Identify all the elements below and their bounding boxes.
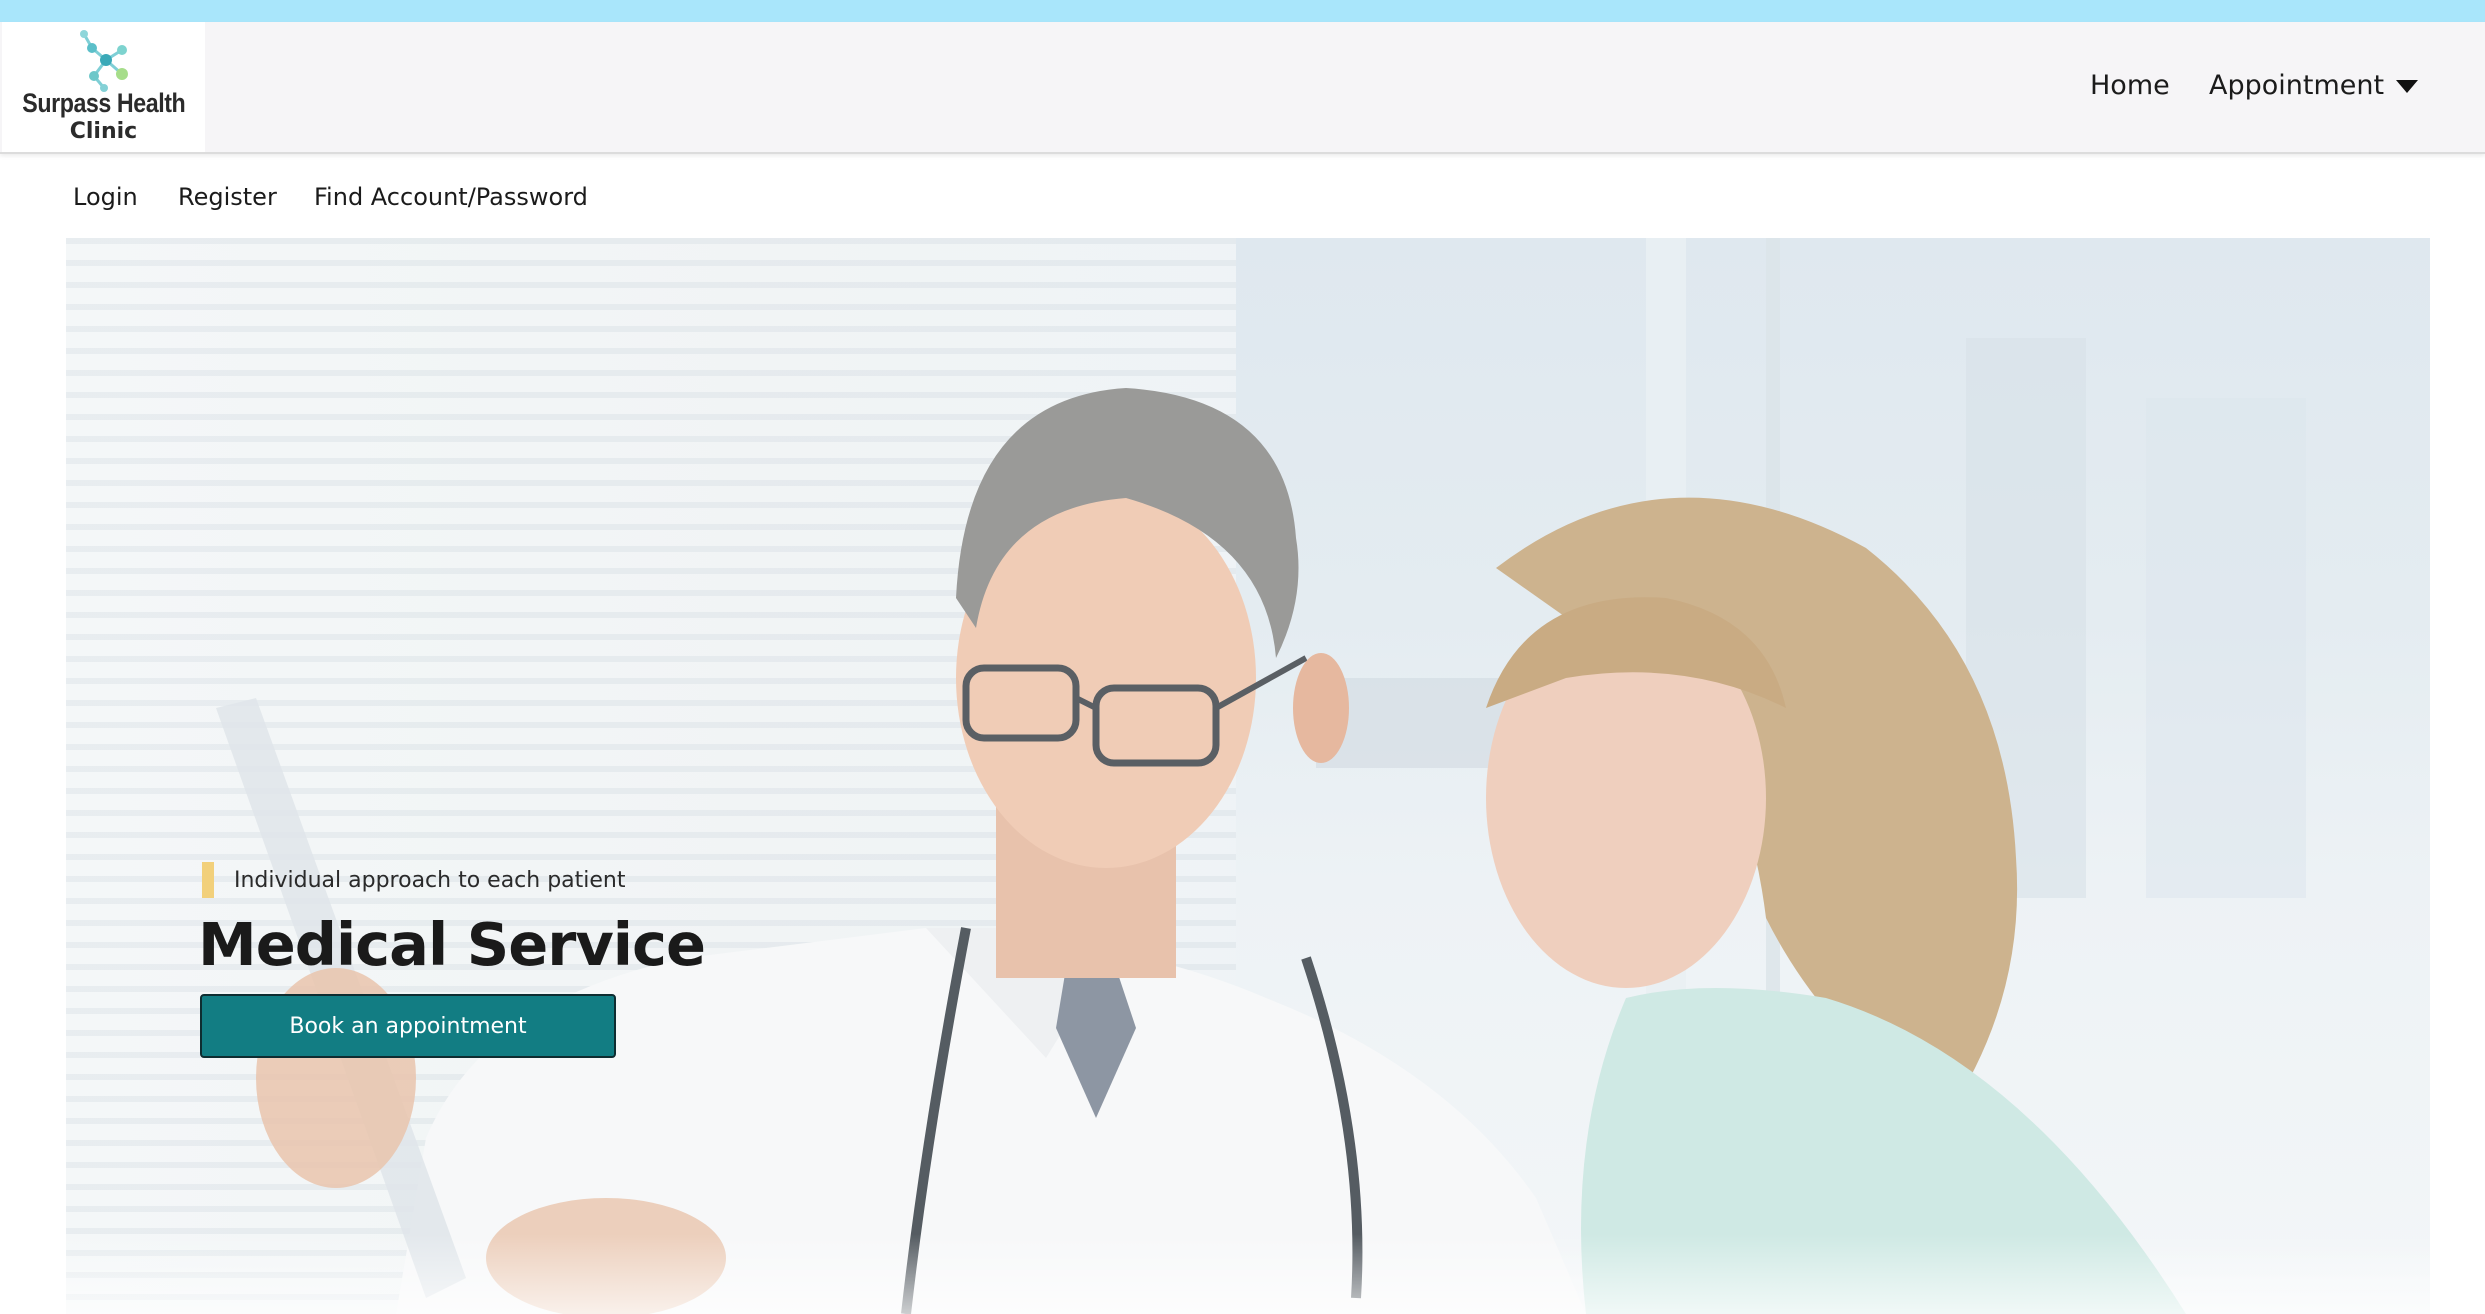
- account-subnav: Login Register Find Account/Password: [0, 154, 2485, 240]
- top-accent-strip: [0, 0, 2485, 22]
- nav-home-link[interactable]: Home: [2090, 70, 2170, 101]
- book-appointment-button[interactable]: Book an appointment: [200, 994, 616, 1058]
- hero-tagline-row: Individual approach to each patient: [202, 862, 626, 898]
- hero-bottom-fade: [66, 1234, 2430, 1314]
- caret-down-icon: [2396, 80, 2419, 93]
- hero-title: Medical Service: [198, 910, 706, 979]
- find-account-password-link[interactable]: Find Account/Password: [314, 183, 588, 211]
- register-link[interactable]: Register: [178, 183, 277, 211]
- brand-name-line2: Clinic: [69, 119, 138, 144]
- hero-banner: [66, 238, 2430, 1314]
- doctor-patient-illustration: [216, 238, 2306, 1314]
- login-link[interactable]: Login: [73, 183, 138, 211]
- hero-tagline: Individual approach to each patient: [234, 867, 626, 893]
- nav-appointment-label: Appointment: [2209, 70, 2385, 101]
- brand-logo[interactable]: Surpass Health Clinic: [2, 22, 205, 152]
- nav-appointment-dropdown[interactable]: Appointment: [2209, 70, 2419, 101]
- main-navbar: Surpass Health Clinic Home Appointment: [0, 22, 2485, 154]
- tagline-accent-bar: [202, 862, 214, 898]
- brand-name-line1: Surpass Health: [21, 88, 186, 118]
